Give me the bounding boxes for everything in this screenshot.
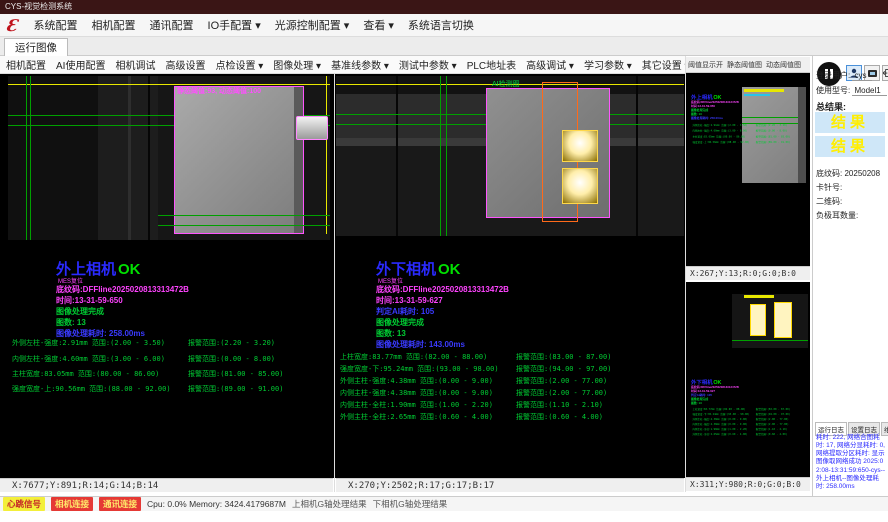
menu-io-config[interactable]: IO手配置 ▾ bbox=[208, 17, 261, 33]
app-logo-icon: Ɛ bbox=[5, 16, 19, 35]
thumb-lower-image bbox=[732, 294, 808, 348]
menu-light-config[interactable]: 光源控制配置 ▾ bbox=[275, 17, 350, 33]
middle-time: 时间:13-31-59-627 bbox=[376, 295, 443, 306]
result-block-upper: 结果 bbox=[815, 112, 885, 133]
heartbeat-badge: 心跳信号 bbox=[3, 497, 45, 511]
tool-camera-config[interactable]: 相机配置 bbox=[6, 57, 46, 72]
title-bar: CYS-视觉检测系统 bbox=[0, 0, 888, 14]
left-result-ok: OK bbox=[118, 261, 141, 278]
middle-camera-panel[interactable]: AI检测图 外下相机OK MES复位 底纹码:DFFline2025020813… bbox=[336, 76, 684, 477]
tool-learn-params[interactable]: 学习参数 ▾ bbox=[584, 57, 632, 72]
upper-camera-g-axis-status: 上相机G轴处理结果 bbox=[292, 498, 367, 510]
middle-measure-row: 外侧主柱-强度:4.38mm 范围:(0.00 - 9.00)报警范围:(2.0… bbox=[340, 376, 684, 386]
tool-advanced-debug[interactable]: 高级调试 ▾ bbox=[526, 57, 574, 72]
login-user-value[interactable]: cys bbox=[852, 71, 872, 81]
tool-spot-check[interactable]: 点检设置 ▾ bbox=[215, 57, 263, 72]
panel-divider bbox=[334, 74, 335, 492]
lower-camera-g-axis-status: 下相机G轴处理结果 bbox=[373, 498, 448, 510]
thumb-upper-status: X:267;Y:13;R:0;G:0;B:0 bbox=[686, 266, 810, 280]
tool-plc-address[interactable]: PLC地址表 bbox=[467, 57, 516, 72]
menu-view[interactable]: 查看 ▾ bbox=[363, 17, 394, 33]
menu-language-switch[interactable]: 系统语言切换 bbox=[408, 17, 474, 33]
tool-other-settings[interactable]: 其它设置 ▾ bbox=[642, 57, 690, 72]
middle-panel-status: X:270;Y:2502;R:17;G:17;B:17 bbox=[336, 478, 684, 492]
app-status-bar: 心跳信号 相机连接 通讯连接 Cpu: 0.0% Memory: 3424.41… bbox=[0, 496, 888, 511]
right-sidebar: 登录用户: cys 使用型号: Model1 总结果: 结果 结果 底纹码: 2… bbox=[812, 56, 888, 496]
field-barcode: 底纹码: 20250208 bbox=[816, 168, 880, 179]
menu-bar: Ɛ 系统配置 相机配置 通讯配置 IO手配置 ▾ 光源控制配置 ▾ 查看 ▾ 系… bbox=[0, 14, 888, 37]
middle-measure-row: 强度宽度-下:95.24mm 范围:(93.00 - 98.00)报警范围:(9… bbox=[340, 364, 684, 374]
thumb-upper-text: 外上相机OK 底纹码:DFFline2025020813313472B 时间:1… bbox=[691, 93, 810, 172]
log-text: 耗时: 222, 网络合图耗时: 17, 网络分显耗时: 0, 网络提取分区耗时… bbox=[816, 434, 886, 491]
thumb-lower-status: X:311;Y:980;R:0;G:0;B:0 bbox=[686, 477, 810, 491]
middle-ai-label: AI检测图 bbox=[492, 79, 520, 89]
logout-icon bbox=[883, 68, 888, 78]
tab-run-image[interactable]: 运行图像 bbox=[4, 38, 68, 57]
logout-button[interactable] bbox=[882, 65, 888, 81]
tool-baseline-params[interactable]: 基准线参数 ▾ bbox=[331, 57, 389, 72]
comm-link-badge: 通讯连接 bbox=[99, 497, 141, 511]
model-row: 使用型号: Model1 bbox=[816, 85, 887, 96]
middle-measure-row: 上柱宽度:83.77mm 范围:(82.00 - 88.00)报警范围:(83.… bbox=[340, 352, 684, 362]
thumb-panel-lower[interactable]: 外下相机OK 底纹码:DFFline2025020813313472B 时间:1… bbox=[686, 282, 810, 477]
static-threshold-tab[interactable]: 静态阈值图 bbox=[727, 60, 762, 70]
middle-measure-row: 外侧主柱-全柱:2.65mm 范围:(0.60 - 4.00)报警范围:(0.6… bbox=[340, 412, 684, 422]
middle-barcode: 底纹码:DFFline2025020813313472B bbox=[376, 284, 509, 295]
threshold-header: 阈值显示开 静态阈值图 动态阈值图 bbox=[686, 57, 810, 73]
probe-pin bbox=[296, 116, 328, 140]
middle-process-time: 图像处理耗时: 143.00ms bbox=[376, 339, 465, 350]
tab-highlight-1 bbox=[562, 130, 598, 162]
left-panel-status: X:7677;Y:891;R:14;G:14;B:14 bbox=[0, 478, 333, 492]
dynamic-threshold-tab[interactable]: 动态阈值图 bbox=[766, 60, 801, 70]
menu-camera-config[interactable]: 相机配置 bbox=[92, 17, 136, 33]
model-value[interactable]: Model1 bbox=[852, 86, 886, 96]
middle-camera-image: AI检测图 bbox=[336, 76, 684, 236]
middle-measure-row: 内侧主柱-强度:4.38mm 范围:(0.00 - 9.00)报警范围:(2.0… bbox=[340, 388, 684, 398]
sub-toolbar: 相机配置 AI使用配置 相机调试 高级设置 点检设置 ▾ 图像处理 ▾ 基准线参… bbox=[0, 56, 686, 74]
tab-highlight-2 bbox=[562, 168, 598, 204]
left-measure-row: 外侧左柱-强度:2.91mm 范围:(2.00 - 3.50)报警范围:(2.2… bbox=[12, 338, 330, 348]
camera-link-badge: 相机连接 bbox=[51, 497, 93, 511]
menu-system-config[interactable]: 系统配置 bbox=[34, 17, 78, 33]
tool-test-params[interactable]: 测试中参数 ▾ bbox=[399, 57, 457, 72]
thumb-lower-text: 外下相机OK 底纹码:DFFline2025020813313472B 时间:1… bbox=[691, 378, 810, 457]
tool-ai-config[interactable]: AI使用配置 bbox=[56, 57, 105, 72]
result-block-lower: 结果 bbox=[815, 136, 885, 157]
left-camera-panel[interactable]: 静态阈值:93, 动态阈值:100 外上相机OK MES复位 底纹码:DFFli… bbox=[8, 76, 330, 477]
app-window: CYS-视觉检测系统 Ɛ 系统配置 相机配置 通讯配置 IO手配置 ▾ 光源控制… bbox=[0, 0, 888, 522]
login-user-row: 登录用户: cys bbox=[816, 70, 872, 81]
field-qrcode: 二维码: bbox=[816, 196, 842, 207]
left-barcode: 底纹码:DFFline2025020813313472B bbox=[56, 284, 189, 295]
cpu-memory-readout: Cpu: 0.0% Memory: 3424.4179687M bbox=[147, 499, 286, 509]
tool-camera-debug[interactable]: 相机调试 bbox=[115, 57, 155, 72]
field-pin-number: 卡针号: bbox=[816, 182, 842, 193]
left-camera-image: 静态阈值:93, 动态阈值:100 bbox=[8, 76, 330, 240]
tool-image-processing[interactable]: 图像处理 ▾ bbox=[273, 57, 321, 72]
middle-result-ok: OK bbox=[438, 261, 461, 278]
thumb-panel-upper[interactable]: 外上相机OK 底纹码:DFFline2025020813313472B 时间:1… bbox=[686, 73, 810, 266]
left-process-done: 图像处理完成 bbox=[56, 306, 104, 317]
left-frame-count: 图数: 13 bbox=[56, 317, 86, 328]
left-measure-row: 内侧左柱-强度:4.60mm 范围:(3.00 - 6.00)报警范围:(0.0… bbox=[12, 354, 330, 364]
menu-comm-config[interactable]: 通讯配置 bbox=[150, 17, 194, 33]
middle-measure-row: 内侧主柱-全柱:1.90mm 范围:(1.00 - 2.20)报警范围:(1.1… bbox=[340, 400, 684, 410]
left-threshold-label: 静态阈值:93, 动态阈值:100 bbox=[177, 86, 261, 96]
left-time: 时间:13-31-59-650 bbox=[56, 295, 123, 306]
middle-process-done: 图像处理完成 bbox=[376, 317, 424, 328]
tab-strip: 运行图像 bbox=[0, 37, 888, 56]
middle-frame-count: 图数: 13 bbox=[376, 328, 406, 339]
window-title: CYS-视觉检测系统 bbox=[5, 2, 72, 11]
left-measure-row: 主柱宽度:83.05mm 范围:(80.00 - 86.00)报警范围:(81.… bbox=[12, 369, 330, 379]
middle-ai-time: 判定AI耗时: 105 bbox=[376, 306, 434, 317]
threshold-toggle[interactable]: 阈值显示开 bbox=[688, 60, 723, 70]
field-negative-tab-count: 负极耳数量: bbox=[816, 210, 858, 221]
left-part-roi bbox=[174, 86, 304, 234]
left-measure-row: 强度宽度-上:90.56mm 范围:(88.00 - 92.00)报警范围:(8… bbox=[12, 384, 330, 394]
tool-advanced-settings[interactable]: 高级设置 bbox=[165, 57, 205, 72]
